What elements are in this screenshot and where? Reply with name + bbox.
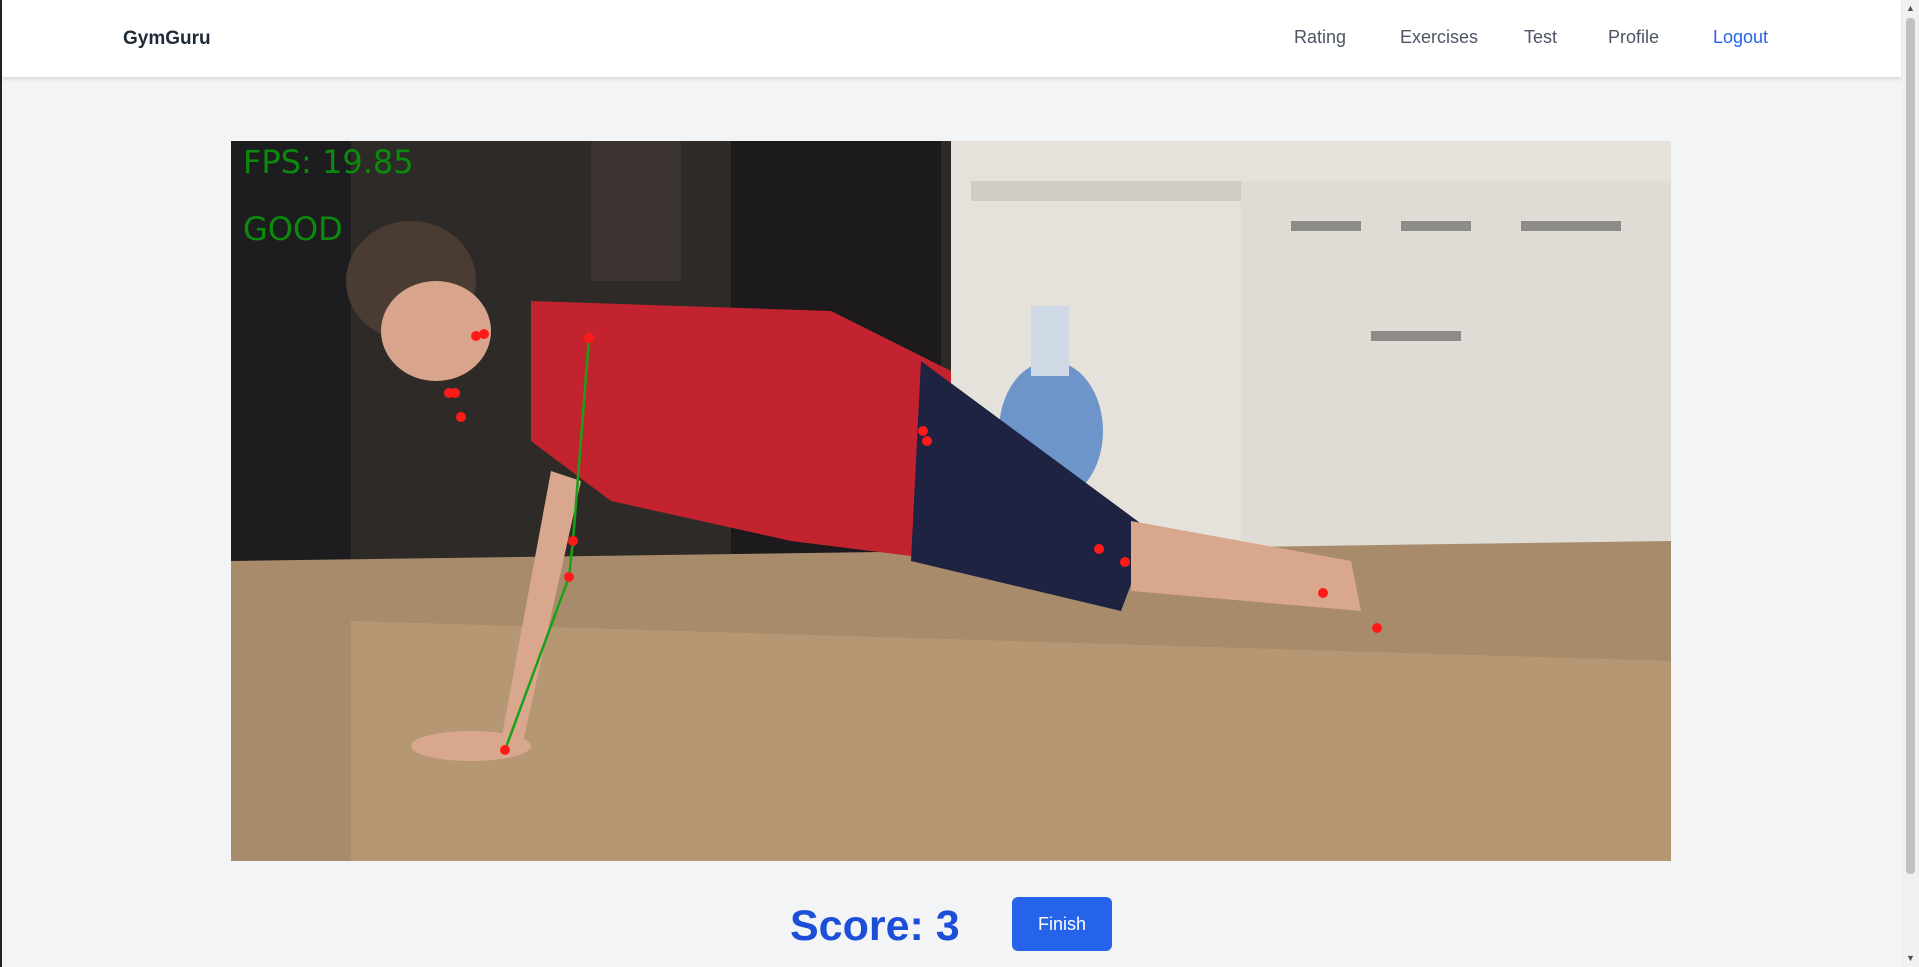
webcam-frame-image	[231, 141, 1671, 861]
nav-rating[interactable]: Rating	[1294, 0, 1346, 77]
window-left-edge	[0, 0, 2, 967]
form-status-overlay-text: GOOD	[243, 210, 343, 248]
scroll-thumb[interactable]	[1906, 18, 1915, 874]
page-scrollbar[interactable]: ▲ ▼	[1902, 0, 1919, 967]
nav-test[interactable]: Test	[1524, 0, 1557, 77]
fps-overlay-text: FPS: 19.85	[243, 143, 414, 181]
nav-links: Rating Exercises Test Profile Logout	[2, 0, 1901, 77]
top-navbar: GymGuru Rating Exercises Test Profile Lo…	[2, 0, 1901, 77]
webcam-video-feed: FPS: 19.85 GOOD	[231, 141, 1671, 861]
nav-exercises[interactable]: Exercises	[1400, 0, 1478, 77]
scroll-up-arrow-icon[interactable]: ▲	[1902, 0, 1919, 17]
score-row: Score: 3 Finish	[0, 897, 1902, 953]
nav-logout[interactable]: Logout	[1713, 0, 1768, 77]
score-display: Score: 3	[790, 902, 960, 950]
finish-button[interactable]: Finish	[1012, 897, 1112, 951]
nav-profile[interactable]: Profile	[1608, 0, 1659, 77]
scroll-down-arrow-icon[interactable]: ▼	[1902, 950, 1919, 967]
